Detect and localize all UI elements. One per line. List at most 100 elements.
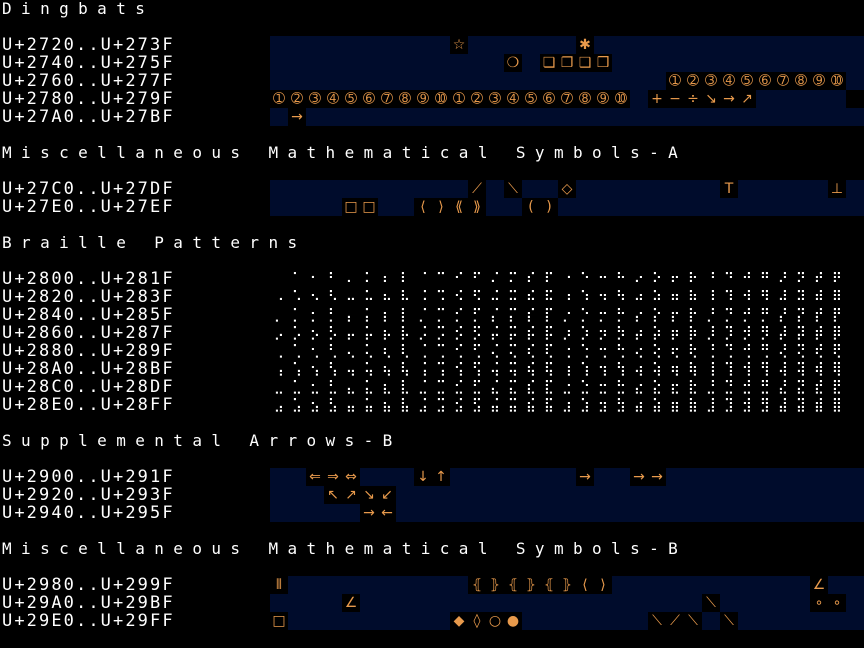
row-range-label: U+29A0..U+29BF	[2, 593, 175, 613]
braille-glyph: ⣠	[273, 397, 285, 413]
braille-glyph: ⣷	[687, 397, 699, 413]
glyph-cell: ➉	[432, 90, 450, 108]
glyph-cell: ➂	[306, 90, 324, 108]
braille-glyph: ⢇	[399, 343, 411, 359]
braille-glyph: ⢑	[579, 343, 591, 359]
braille-glyph: ⢪	[453, 361, 465, 377]
braille-glyph: ⡲	[597, 325, 609, 341]
braille-glyph: ⣽	[795, 397, 807, 413]
braille-glyph: ⢜	[777, 343, 789, 359]
glyph-cell: □	[342, 198, 360, 216]
glyph-cell: ↘	[702, 90, 720, 108]
braille-glyph: ⣊	[453, 379, 465, 395]
braille-glyph: ⣂	[309, 379, 321, 395]
braille-glyph: ⣣	[327, 397, 339, 413]
braille-glyph: ⣕	[651, 379, 663, 395]
braille-glyph: ⠣	[327, 289, 339, 305]
braille-glyph: ⣜	[777, 379, 789, 395]
glyph-cell: ➆	[378, 90, 396, 108]
braille-glyph: ⠔	[633, 271, 645, 287]
braille-glyph: ⠻	[759, 289, 771, 305]
glyph-cell: +	[648, 90, 666, 108]
glyph-band	[270, 108, 864, 126]
braille-glyph: ⡋	[471, 307, 483, 323]
braille-glyph: ⢅	[363, 343, 375, 359]
braille-glyph: ⢀	[273, 343, 285, 359]
braille-glyph: ⢾	[813, 361, 825, 377]
braille-glyph: ⠯	[543, 289, 555, 305]
braille-glyph: ⡸	[705, 325, 717, 341]
row-range-label: U+2840..U+285F	[2, 305, 175, 325]
braille-glyph: ⡞	[813, 307, 825, 323]
braille-glyph: ⢭	[507, 361, 519, 377]
braille-glyph: ⡚	[741, 307, 753, 323]
glyph-cell: ➄	[738, 72, 756, 90]
braille-glyph: ⢋	[471, 343, 483, 359]
braille-glyph: ⠂	[309, 271, 321, 287]
braille-glyph: ⠄	[345, 271, 357, 287]
braille-glyph: ⠚	[741, 271, 753, 287]
braille-glyph: ⡩	[435, 325, 447, 341]
glyph-cell: ➅	[540, 90, 558, 108]
glyph-cell: ⟩	[432, 198, 450, 216]
glyph-cell: ⇔	[342, 468, 360, 486]
glyph-cell: ➈	[594, 90, 612, 108]
braille-glyph: ⣭	[507, 397, 519, 413]
braille-glyph: ⠏	[543, 271, 555, 287]
glyph-cell: ∘	[828, 594, 846, 612]
braille-glyph: ⢵	[651, 361, 663, 377]
braille-glyph: ⢲	[597, 361, 609, 377]
braille-glyph: ⡇	[399, 307, 411, 323]
code-row: U+2860..U+287F ⡠ ⡡ ⡢ ⡣ ⡤ ⡥ ⡦ ⡧ ⡨ ⡩ ⡪ ⡫ ⡬ ⡭ ⡮ ⡯ ⡰ ⡱ ⡲ ⡳ ⡴ ⡵ ⡶ ⡷ ⡸ ⡹…	[0, 324, 864, 342]
braille-glyph: ⡭	[507, 325, 519, 341]
braille-glyph: ⣛	[759, 379, 771, 395]
glyph-cell: ⦄	[558, 576, 576, 594]
glyph-cell: ➈	[810, 72, 828, 90]
glyph-cell: ↗	[342, 486, 360, 504]
row-range-label: U+2940..U+295F	[2, 503, 175, 523]
braille-glyph: ⣾	[813, 397, 825, 413]
braille-glyph: ⠠	[273, 289, 285, 305]
row-range-label: U+2920..U+293F	[2, 485, 175, 505]
braille-glyph: ⢐	[561, 343, 573, 359]
glyph-cell: ➂	[702, 72, 720, 90]
braille-glyph: ⡾	[813, 325, 825, 341]
braille-glyph: ⢌	[489, 343, 501, 359]
code-row: U+2980..U+299F ⦀ ⦃ ⦄ ⦃ ⦄ ⦃ ⦄ ⟨ ⟩ ∠	[0, 576, 864, 594]
glyph-cell: ❏	[540, 54, 558, 72]
braille-glyph: ⣐	[561, 379, 573, 395]
braille-glyph: ⡒	[597, 307, 609, 323]
braille-glyph: ⠆	[381, 271, 393, 287]
row-range-label: U+2860..U+287F	[2, 323, 175, 343]
glyph-cell: ❐	[558, 54, 576, 72]
braille-glyph: ⠿	[831, 289, 843, 305]
braille-glyph: ⣇	[399, 379, 411, 395]
braille-glyph: ⡊	[453, 307, 465, 323]
braille-glyph: ⢍	[507, 343, 519, 359]
glyph-cell: ➀	[450, 90, 468, 108]
braille-glyph: ⢃	[327, 343, 339, 359]
glyph-cell: ⟍	[504, 180, 522, 198]
braille-glyph: ⢞	[813, 343, 825, 359]
row-range-label: U+28A0..U+28BF	[2, 359, 175, 379]
braille-glyph: ⠲	[597, 289, 609, 305]
braille-glyph: ⢷	[687, 361, 699, 377]
braille-glyph: ⠛	[759, 271, 771, 287]
row-range-label: U+29E0..U+29FF	[2, 611, 175, 631]
braille-glyph: ⣈	[417, 379, 429, 395]
braille-glyph: ⣸	[705, 397, 717, 413]
braille-glyph: ⢛	[759, 343, 771, 359]
braille-glyph: ⢱	[579, 361, 591, 377]
glyph-cell: (	[522, 198, 540, 216]
code-row: U+2900..U+291F ⇐ ⇒ ⇔ ↓ ↑ → → →	[0, 468, 864, 486]
braille-glyph: ⡡	[291, 325, 303, 341]
braille-glyph: ⢽	[795, 361, 807, 377]
row-range-label: U+27C0..U+27DF	[2, 179, 175, 199]
row-range-label: U+2720..U+273F	[2, 35, 175, 55]
glyph-cell: )	[540, 198, 558, 216]
braille-glyph: ⣢	[309, 397, 321, 413]
braille-glyph: ⡶	[669, 325, 681, 341]
code-row: U+2840..U+285F ⡀ ⡁ ⡂ ⡃ ⡄ ⡅ ⡆ ⡇ ⡈ ⡉ ⡊ ⡋ ⡌ ⡍ ⡎ ⡏ ⡐ ⡑ ⡒ ⡓ ⡔ ⡕ ⡖ ⡗ ⡘ ⡙…	[0, 306, 864, 324]
braille-glyph: ⡏	[543, 307, 555, 323]
code-row: U+29A0..U+29BF ∠ ⟍ ∘ ∘	[0, 594, 864, 612]
